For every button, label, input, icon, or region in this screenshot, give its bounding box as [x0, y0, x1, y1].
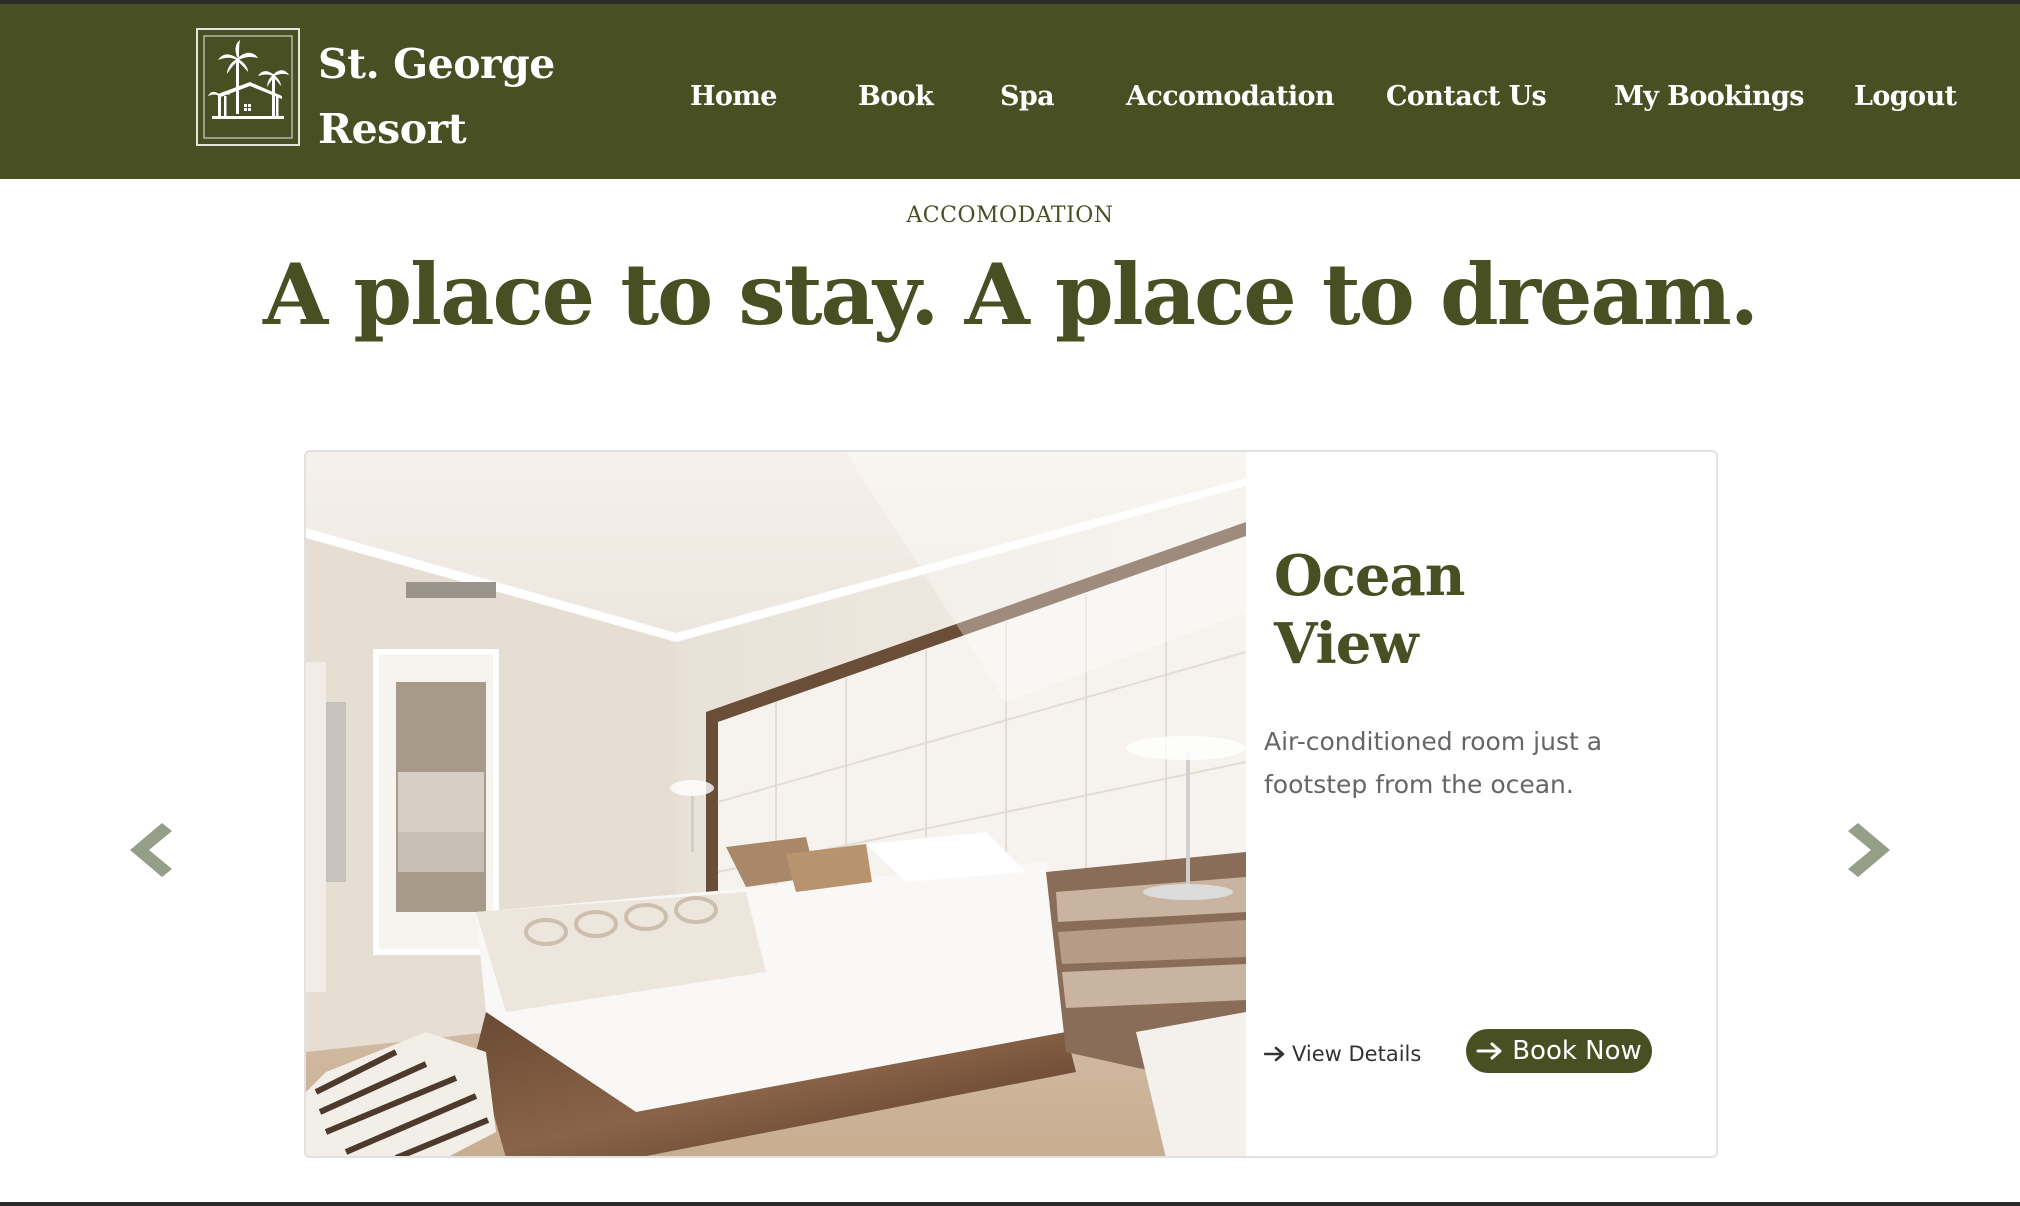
book-now-button[interactable]: Book Now — [1466, 1029, 1652, 1073]
site-header: St. George Resort Home Book Spa Accomoda… — [0, 4, 2020, 179]
room-title-line-1: Ocean — [1274, 543, 1466, 609]
brand-line-2: Resort — [318, 105, 467, 153]
nav-my-bookings-link[interactable]: My Bookings — [1614, 81, 1804, 112]
nav-contact-us-link[interactable]: Contact Us — [1386, 81, 1560, 112]
carousel-prev-button[interactable] — [122, 815, 182, 885]
arrow-right-icon — [1264, 1046, 1285, 1062]
room-card: Ocean View Air-conditioned room just a f… — [304, 450, 1718, 1158]
nav-logout-link[interactable]: Logout — [1854, 81, 1964, 112]
carousel-next-button[interactable] — [1838, 815, 1898, 885]
nav-book-link[interactable]: Book — [858, 81, 946, 112]
book-now-label: Book Now — [1512, 1036, 1642, 1066]
arrow-right-icon — [1476, 1042, 1502, 1060]
brand-name[interactable]: St. George Resort — [318, 32, 578, 162]
nav-home-link[interactable]: Home — [690, 81, 804, 112]
view-details-label: View Details — [1292, 1042, 1422, 1066]
chevron-right-icon — [1848, 823, 1890, 877]
palm-house-logo-icon[interactable] — [196, 28, 300, 146]
nav-accomodation-link[interactable]: Accomodation — [1126, 81, 1335, 112]
chevron-left-icon — [130, 823, 172, 877]
room-photo — [306, 452, 1246, 1156]
view-details-link[interactable]: View Details — [1264, 1034, 1421, 1074]
nav-spa-link[interactable]: Spa — [1000, 81, 1072, 112]
section-eyebrow: ACCOMODATION — [906, 203, 1114, 228]
room-title: Ocean View — [1274, 542, 1694, 678]
room-title-line-2: View — [1274, 611, 1419, 677]
section-headline: A place to stay. A place to dream. — [263, 245, 1759, 344]
room-description: Air-conditioned room just a footstep fro… — [1264, 727, 1603, 799]
main-nav: Home Book Spa Accomodation Contact Us My… — [690, 74, 1964, 118]
brand-line-1: St. George — [318, 40, 555, 88]
bottom-border — [0, 1202, 2020, 1206]
